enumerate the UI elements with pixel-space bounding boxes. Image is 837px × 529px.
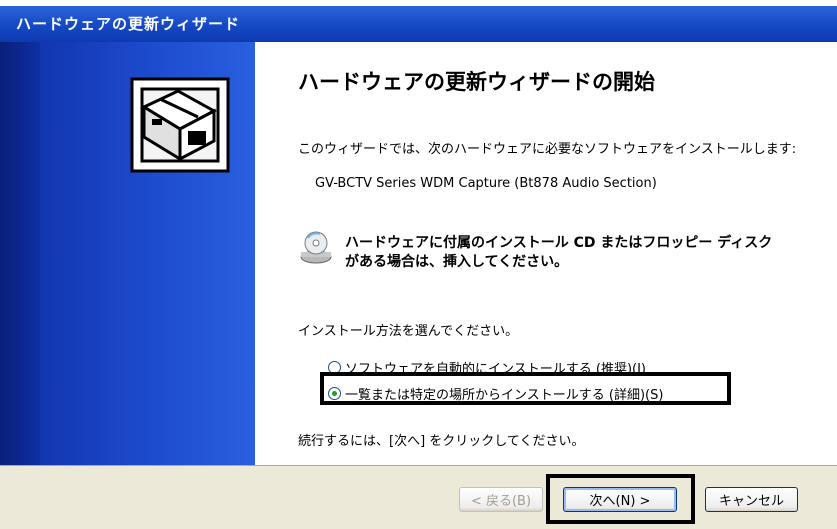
hardware-icon xyxy=(130,77,230,173)
highlight-box-next xyxy=(546,474,695,524)
back-button[interactable]: < 戻る(B) xyxy=(459,487,543,512)
button-bar: < 戻る(B) 次へ(N) > キャンセル xyxy=(0,465,837,529)
cancel-button[interactable]: キャンセル xyxy=(705,487,798,512)
window-title: ハードウェアの更新ウィザード xyxy=(16,15,241,33)
next-hint-text: 続行するには、[次へ] をクリックしてください。 xyxy=(298,434,585,449)
cd-prompt-text: ハードウェアに付属のインストール CD またはフロッピー ディスクがある場合は、… xyxy=(345,235,773,270)
highlight-box-option xyxy=(320,372,731,405)
wizard-side-panel xyxy=(0,42,255,465)
cd-drive-icon xyxy=(300,231,332,264)
intro-text: このウィザードでは、次のハードウェアに必要なソフトウェアをインストールします: xyxy=(298,142,797,157)
title-bar[interactable]: ハードウェアの更新ウィザード xyxy=(0,6,837,42)
wizard-content: ハードウェアの更新ウィザードの開始 このウィザードでは、次のハードウェアに必要な… xyxy=(255,42,837,465)
device-name: GV-BCTV Series WDM Capture (Bt878 Audio … xyxy=(315,176,657,191)
side-panel-strip xyxy=(0,42,40,465)
choose-method-label: インストール方法を選んでください。 xyxy=(298,324,519,339)
page-heading: ハードウェアの更新ウィザードの開始 xyxy=(298,70,655,94)
